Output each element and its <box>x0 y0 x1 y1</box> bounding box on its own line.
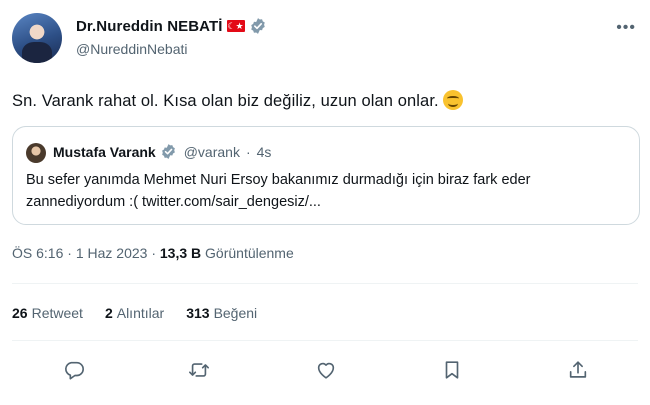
quotes-stat[interactable]: 2 Alıntılar <box>105 305 164 321</box>
views-count: 13,3 B <box>159 245 202 261</box>
tweet-date[interactable]: 1 Haz 2023 <box>76 245 148 261</box>
turkey-flag-icon: ☾★ <box>226 20 245 32</box>
retweets-count: 26 <box>12 305 28 321</box>
retweet-icon[interactable] <box>183 354 215 386</box>
tweet-time[interactable]: ÖS 6:16 <box>12 245 63 261</box>
verified-badge-icon <box>160 143 178 161</box>
separator-dot: · <box>67 245 72 261</box>
tweet-text: Sn. Varank rahat ol. Kısa olan biz değil… <box>12 90 463 111</box>
divider <box>12 283 638 284</box>
action-bar <box>0 354 650 386</box>
quoted-author-handle: @varank <box>183 144 240 160</box>
divider <box>12 340 638 341</box>
author-display-name[interactable]: Dr.Nureddin NEBATİ <box>76 18 223 35</box>
engagement-stats: 26 Retweet 2 Alıntılar 313 Beğeni <box>12 305 257 321</box>
author-avatar[interactable] <box>12 13 62 63</box>
bookmark-icon[interactable] <box>436 354 468 386</box>
quoted-author-avatar <box>26 143 46 163</box>
quoted-tweet-header: Mustafa Varank @varank · 4s <box>53 143 271 161</box>
likes-count: 313 <box>186 305 210 321</box>
smiling-face-emoji-icon <box>442 90 463 110</box>
like-icon[interactable] <box>310 354 342 386</box>
quoted-author-name: Mustafa Varank <box>53 144 156 160</box>
tweet-meta: ÖS 6:16 · 1 Haz 2023 · 13,3 B Görüntülen… <box>12 245 294 261</box>
author-name-row: Dr.Nureddin NEBATİ ☾★ <box>76 17 267 35</box>
verified-badge-icon <box>249 17 267 35</box>
more-icon[interactable]: ••• <box>616 19 636 37</box>
quoted-tweet-card[interactable]: Mustafa Varank @varank · 4s Bu sefer yan… <box>12 126 640 225</box>
quoted-tweet-text: Bu sefer yanımda Mehmet Nuri Ersoy bakan… <box>26 172 531 210</box>
retweets-label: Retweet <box>31 305 83 321</box>
views-label: Görüntülenme <box>205 245 294 261</box>
quotes-label: Alıntılar <box>116 305 165 321</box>
retweets-stat[interactable]: 26 Retweet <box>12 305 83 321</box>
share-icon[interactable] <box>562 354 594 386</box>
quotes-count: 2 <box>104 305 113 321</box>
reply-icon[interactable] <box>58 354 90 386</box>
author-handle[interactable]: @NureddinNebati <box>76 41 188 57</box>
quoted-tweet-time: 4s <box>256 144 272 160</box>
separator-dot: · <box>151 245 156 261</box>
separator-dot: · <box>245 144 251 160</box>
likes-label: Beğeni <box>213 305 258 321</box>
tweet-text-content: Sn. Varank rahat ol. Kısa olan biz değil… <box>12 92 439 110</box>
likes-stat[interactable]: 313 Beğeni <box>186 305 257 321</box>
